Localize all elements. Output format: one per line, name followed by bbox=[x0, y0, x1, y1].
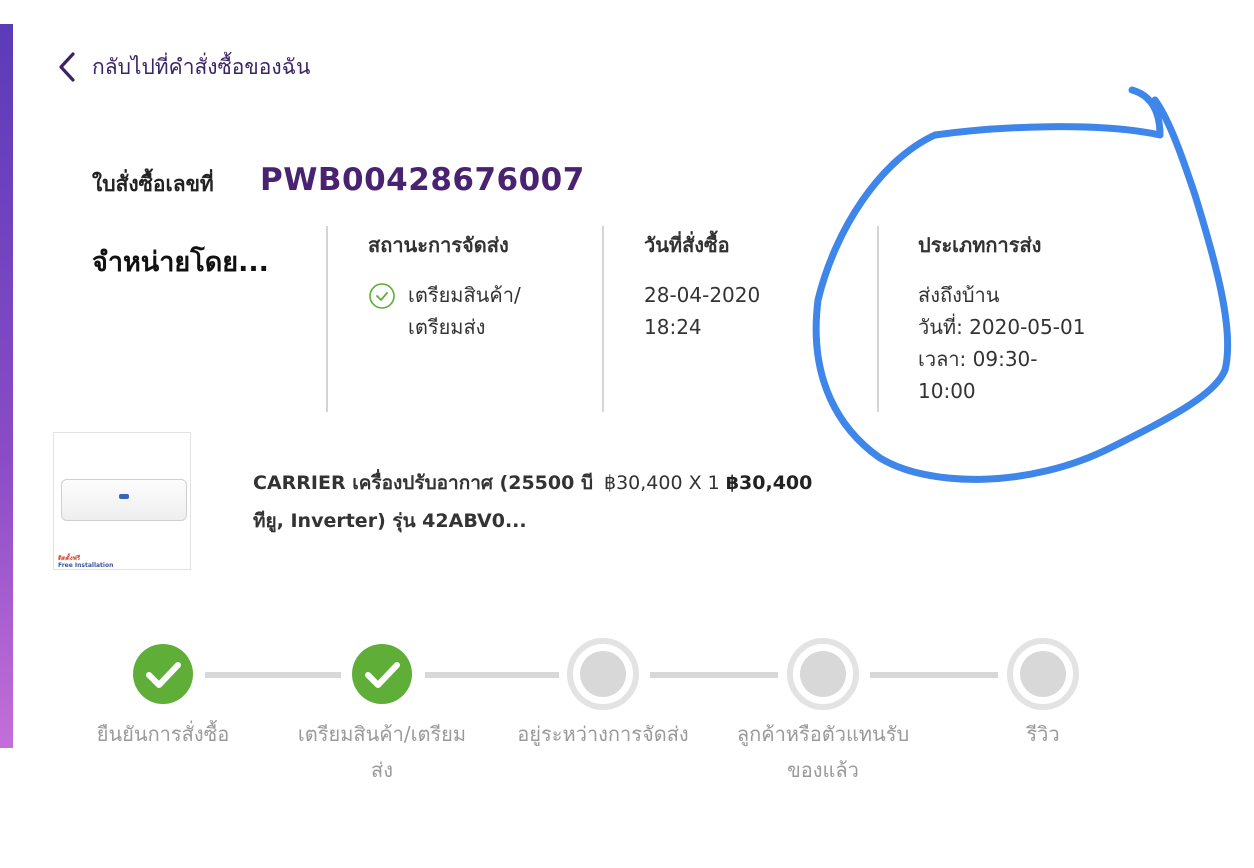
step-2-done-icon bbox=[352, 644, 412, 704]
brand-logo bbox=[119, 494, 129, 499]
divider bbox=[326, 226, 328, 412]
step-3-pending-icon bbox=[567, 638, 639, 710]
progress-connector bbox=[205, 672, 341, 678]
step-5-pending-icon bbox=[1007, 638, 1079, 710]
divider bbox=[602, 226, 604, 412]
order-date-value: 28-04-2020 18:24 bbox=[644, 283, 761, 339]
air-conditioner-illustration bbox=[61, 479, 187, 521]
back-link-label: กลับไปที่คำสั่งซื้อของฉัน bbox=[92, 54, 311, 79]
divider bbox=[877, 226, 879, 412]
back-to-orders-link[interactable]: กลับไปที่คำสั่งซื้อของฉัน bbox=[56, 50, 310, 84]
chevron-left-icon bbox=[59, 52, 75, 82]
step-4-pending-icon bbox=[787, 638, 859, 710]
seller-name: จำหน่ายโดย... bbox=[92, 247, 269, 278]
step-label: ลูกค้าหรือตัวแทนรับ ของแล้ว bbox=[736, 722, 910, 782]
progress-connector bbox=[870, 672, 998, 678]
product-image[interactable]: ติดตั้งฟรี Free Installation bbox=[53, 432, 191, 570]
step-label: เตรียมสินค้า/เตรียม ส่ง bbox=[297, 722, 467, 782]
product-name[interactable]: CARRIER เครื่องปรับอากาศ (25500 บีทียู, … bbox=[253, 464, 599, 540]
line-total: ฿30,400 bbox=[725, 472, 813, 494]
step-label: อยู่ระหว่างการจัดส่ง bbox=[517, 722, 689, 746]
quantity: X 1 bbox=[688, 472, 720, 494]
side-accent-bar bbox=[0, 24, 13, 748]
delivery-type-value: ส่งถึงบ้าน วันที่: 2020-05-01 เวลา: 09:3… bbox=[918, 283, 1086, 403]
check-circle-icon bbox=[369, 283, 395, 309]
delivery-type-heading: ประเภทการส่ง bbox=[918, 233, 1042, 257]
price-line: ฿30,400 X 1 ฿30,400 bbox=[604, 464, 812, 502]
shipping-status-value: เตรียมสินค้า/ เตรียมส่ง bbox=[408, 283, 521, 339]
step-label: ยืนยันการสั่งซื้อ bbox=[96, 722, 230, 746]
progress-connector bbox=[650, 672, 778, 678]
unit-price: ฿30,400 bbox=[604, 472, 683, 494]
free-installation-badge: ติดตั้งฟรี Free Installation bbox=[58, 555, 114, 569]
order-date-heading: วันที่สั่งซื้อ bbox=[644, 233, 730, 257]
order-number-label: ใบสั่งซื้อเลขที่ bbox=[92, 172, 214, 196]
order-number: PWB00428676007 bbox=[260, 162, 585, 198]
progress-connector bbox=[425, 672, 559, 678]
step-1-done-icon bbox=[133, 644, 193, 704]
step-label: รีวิว bbox=[1026, 722, 1060, 746]
shipping-status-heading: สถานะการจัดส่ง bbox=[368, 233, 509, 257]
